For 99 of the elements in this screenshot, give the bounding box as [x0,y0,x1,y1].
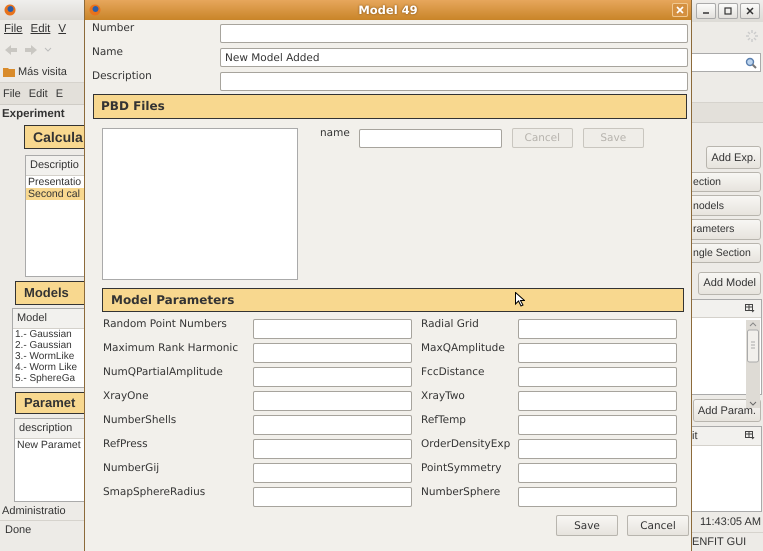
list-row[interactable]: 3.- WormLike [13,351,84,362]
dialog-button[interactable]: Cancel [627,515,689,536]
field-label: PointSymmetry [420,462,503,476]
input-field[interactable] [518,415,677,435]
list-row[interactable]: 5.- SphereGa [13,373,84,384]
maximize-icon [724,6,732,15]
input-field[interactable] [253,319,412,339]
maximize-button[interactable] [718,2,738,19]
section-header: Model Parameters [102,288,684,312]
search-icon [745,56,757,69]
file-list[interactable] [102,128,298,280]
field-label: NumberSphere [420,486,502,500]
input-field[interactable] [253,391,412,411]
close-icon [746,6,754,15]
field-label: Description [92,70,153,82]
list-row[interactable]: Second cal [26,188,84,200]
field-label: name [320,127,350,139]
folder-icon [3,67,15,77]
menu-item[interactable]: File [3,88,21,100]
input-field[interactable] [253,463,412,483]
input-field[interactable] [518,463,677,483]
input-field[interactable] [253,343,412,363]
list-row[interactable]: 4.- Worm Like [13,362,84,373]
field-label: Maximum Rank Harmonic [103,342,240,356]
list-row[interactable]: 1.- Gaussian [13,329,84,340]
field-label: Random Point Numbers [103,318,228,332]
section-button[interactable]: ection [692,172,761,192]
input-field[interactable]: New Model Added [220,48,688,67]
column-header[interactable]: Model [13,309,84,329]
input-field[interactable] [518,343,677,363]
section-header: Paramet [15,392,84,414]
window-title: Model 49 [358,3,418,17]
status-text: ENFIT GUI [692,536,746,548]
scrollbar[interactable] [746,320,760,408]
field-label: XrayOne [103,390,150,404]
list-row[interactable]: Presentatio [26,176,84,188]
add-button[interactable]: Add Model [698,272,761,295]
column-header[interactable]: description [15,419,84,439]
menu-bar [692,102,763,124]
input-field[interactable] [518,391,677,411]
input-field[interactable] [518,439,677,459]
field-label: SmapSphereRadius [103,486,206,500]
input-field[interactable] [358,129,502,148]
field-label: RefTemp [420,414,467,428]
forward-icon[interactable] [24,44,38,56]
section-header: PBD Files [93,94,687,119]
field-label: FccDistance [420,366,486,380]
add-button[interactable]: Add Exp. [706,146,761,169]
dropdown-icon[interactable] [44,47,52,53]
field-label: MaxQAmplitude [420,342,506,356]
bookmark-item[interactable]: Más visita [18,66,67,78]
section-button[interactable]: nodels [692,195,761,216]
section-header: Models [15,281,84,305]
back-icon[interactable] [4,44,18,56]
menu-item[interactable]: File [4,23,23,35]
field-label: OrderDensityExp [420,438,512,452]
input-field[interactable] [220,24,688,43]
spinner-icon [746,30,758,42]
input-field[interactable] [253,439,412,459]
column-header[interactable]: it [692,430,698,442]
input-field[interactable] [518,367,677,387]
close-icon [676,6,684,14]
input-field[interactable] [518,487,677,507]
section-button[interactable]: rameters [692,219,761,240]
input-field[interactable] [220,72,688,91]
list-row[interactable]: New Paramet [15,439,84,451]
add-button[interactable]: Add Param. [692,399,761,422]
column-header[interactable]: Descriptio [26,156,84,176]
clock-text: 11:43:05 AM [699,515,762,530]
dialog-button[interactable]: Save [556,515,618,536]
section-title: Experiment [1,107,66,122]
input-field[interactable] [253,367,412,387]
app-icon [4,4,16,16]
column-chooser-icon[interactable] [745,304,755,313]
status-text: Done [5,524,32,536]
field-label: RefPress [103,438,149,452]
field-label: Name [92,46,124,58]
list-row[interactable]: 2.- Gaussian [13,340,84,351]
field-label: XrayTwo [420,390,466,404]
search-field[interactable] [692,52,761,72]
app-icon [89,4,101,16]
menu-item[interactable]: Edit [30,23,50,35]
input-field[interactable] [518,319,677,339]
input-field[interactable] [253,487,412,507]
menu-item[interactable]: E [56,88,64,100]
section-header: Calcula [24,125,84,149]
field-label: NumQPartialAmplitude [103,366,224,380]
section-button[interactable]: ngle Section [692,242,761,264]
menu-item[interactable]: V [58,23,66,35]
close-button[interactable] [740,2,760,19]
input-field[interactable] [253,415,412,435]
field-label: NumberShells [103,414,178,428]
status-text: Administratio [1,504,67,519]
cursor-icon [515,292,525,307]
column-chooser-icon[interactable] [745,431,755,440]
field-label: NumberGij [103,462,160,476]
field-label: Number [92,22,136,34]
field-label: Radial Grid [420,318,480,332]
menu-item[interactable]: Edit [28,88,48,100]
